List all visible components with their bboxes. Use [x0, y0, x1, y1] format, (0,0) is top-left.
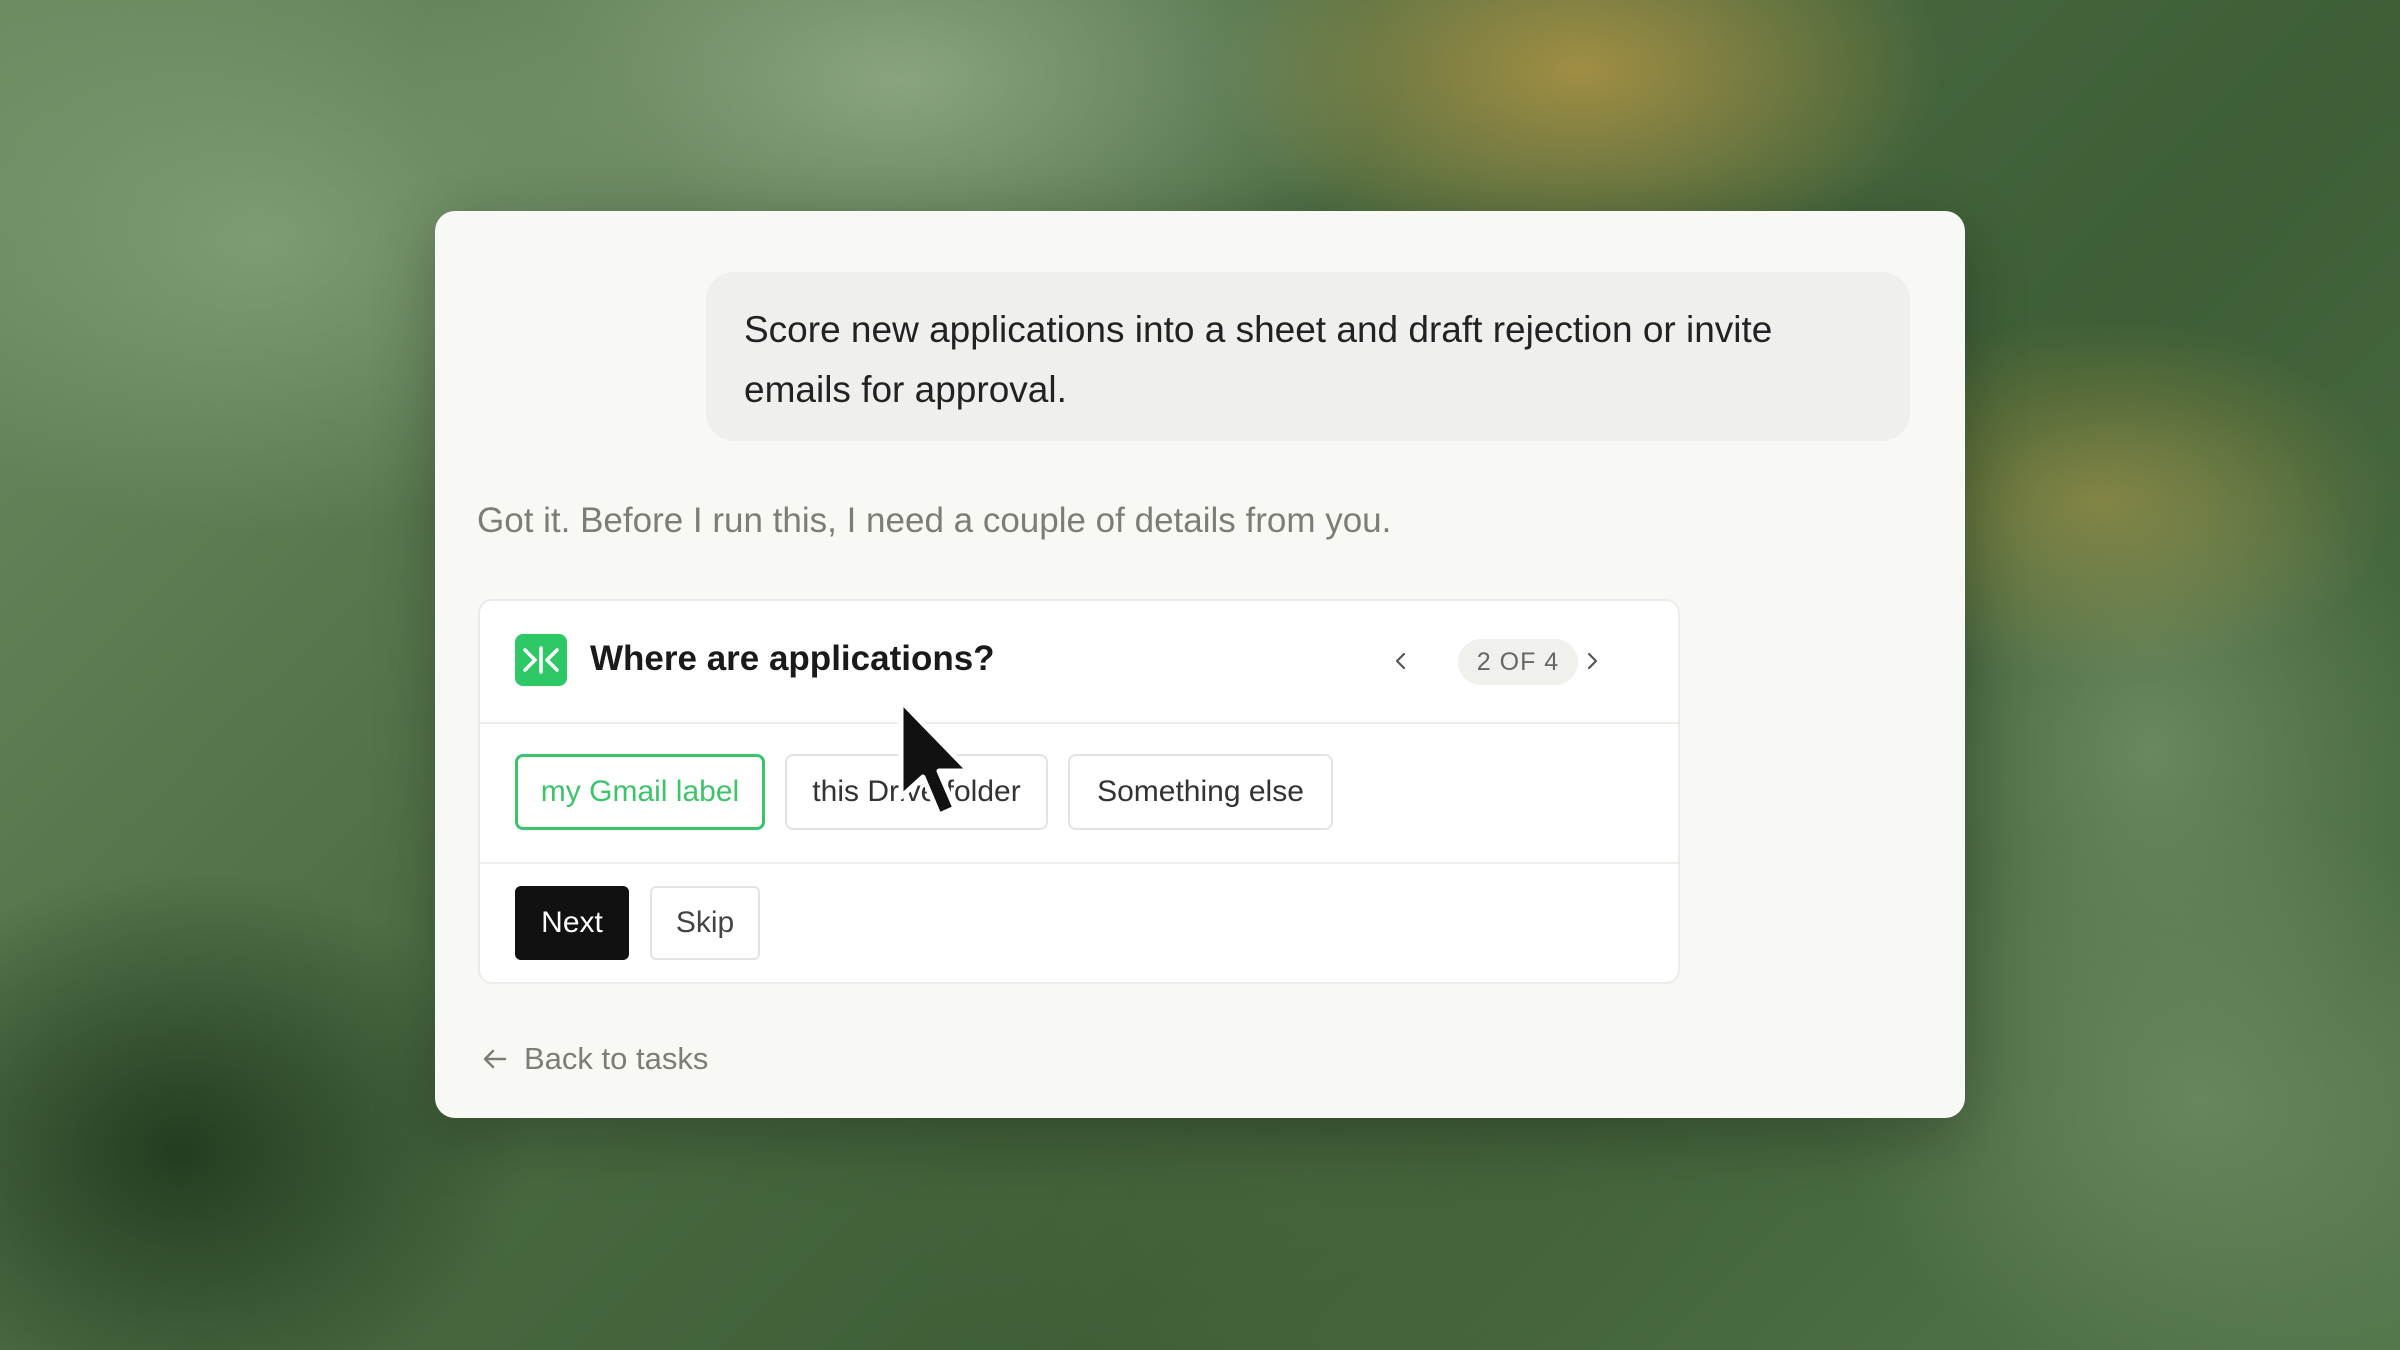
option-something-else[interactable]: Something else — [1068, 754, 1333, 830]
skip-button[interactable]: Skip — [650, 886, 760, 960]
arrow-left-icon — [483, 1049, 507, 1069]
option-drive-folder[interactable]: this Drive folder — [785, 754, 1048, 830]
chevron-right-icon[interactable] — [1574, 643, 1610, 679]
option-gmail-label[interactable]: my Gmail label — [515, 754, 765, 830]
chevron-left-icon[interactable] — [1383, 643, 1419, 679]
question-title: Where are applications? — [590, 639, 995, 678]
question-panel: Where are applications? 2 OF 4 my Gmail … — [478, 599, 1680, 984]
question-pager-count: 2 OF 4 — [1458, 639, 1578, 685]
back-to-tasks-label: Back to tasks — [524, 1041, 709, 1076]
next-button[interactable]: Next — [515, 886, 629, 960]
question-header: Where are applications? 2 OF 4 — [480, 601, 1678, 724]
user-message-bubble: Score new applications into a sheet and … — [706, 272, 1910, 441]
chat-window: Score new applications into a sheet and … — [435, 211, 1965, 1118]
assistant-message: Got it. Before I run this, I need a coup… — [477, 501, 1392, 540]
back-to-tasks-link[interactable]: Back to tasks — [480, 1034, 708, 1084]
question-actions: Next Skip — [480, 864, 1678, 984]
agent-logo-icon — [515, 634, 567, 686]
answer-options: my Gmail label this Drive folder Somethi… — [480, 722, 1678, 864]
